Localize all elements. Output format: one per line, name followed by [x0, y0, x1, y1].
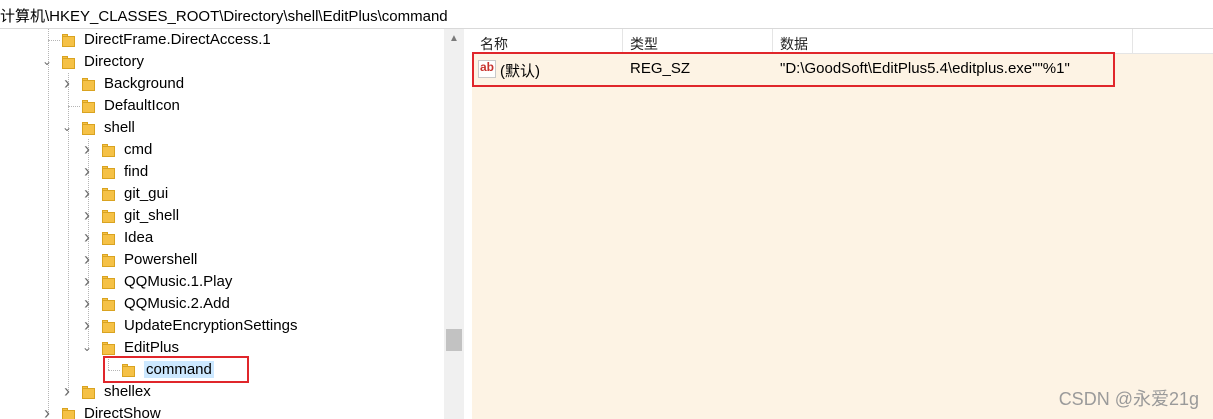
folder-icon — [102, 275, 115, 289]
tree-item-label: DirectFrame.DirectAccess.1 — [84, 31, 271, 48]
folder-icon — [82, 385, 95, 399]
folder-icon — [102, 253, 115, 267]
folder-icon — [102, 209, 115, 223]
tree-item-label: Directory — [84, 53, 145, 70]
chevron-down-icon[interactable]: ⌄ — [40, 54, 54, 68]
tree-item-label: git_shell — [124, 207, 180, 224]
column-divider[interactable] — [772, 29, 773, 53]
scrollbar-thumb[interactable] — [446, 329, 462, 351]
tree-item-background[interactable]: › Background — [0, 73, 444, 95]
tree-item-find[interactable]: › find — [0, 161, 444, 183]
tree-item-label: DirectShow — [84, 405, 161, 419]
tree-item-directframe-directaccess-1[interactable]: DirectFrame.DirectAccess.1 — [0, 29, 444, 51]
tree-item-shell[interactable]: ⌄ shell — [0, 117, 444, 139]
tree-item-label: EditPlus — [124, 339, 180, 356]
chevron-down-icon[interactable]: ⌄ — [80, 340, 94, 354]
address-bar[interactable]: 计算机\HKEY_CLASSES_ROOT\Directory\shell\Ed… — [0, 0, 1213, 29]
tree-item-cmd[interactable]: › cmd — [0, 139, 444, 161]
folder-icon — [82, 77, 95, 91]
tree-item-git-gui[interactable]: › git_gui — [0, 183, 444, 205]
folder-icon — [102, 231, 115, 245]
folder-icon — [62, 407, 75, 419]
registry-tree[interactable]: DirectFrame.DirectAccess.1 ⌄ Directory › Bac… — [0, 29, 444, 419]
chevron-right-icon[interactable]: › — [80, 294, 94, 312]
folder-icon — [102, 187, 115, 201]
tree-item-label: find — [124, 163, 149, 180]
tree-item-label: DefaultIcon — [104, 97, 180, 114]
tree-item-directshow[interactable]: › DirectShow — [0, 403, 444, 419]
folder-icon — [102, 341, 115, 355]
folder-icon — [82, 121, 95, 135]
tree-item-label: Idea — [124, 229, 154, 246]
tree-item-label: Powershell — [124, 251, 198, 268]
chevron-right-icon[interactable]: › — [80, 162, 94, 180]
list-header: 名称 类型 数据 — [472, 29, 1213, 54]
value-highlight-box — [472, 52, 1115, 87]
folder-icon — [102, 319, 115, 333]
chevron-right-icon[interactable]: › — [80, 250, 94, 268]
tree-item-qqmusic-1-play[interactable]: › QQMusic.1.Play — [0, 271, 444, 293]
column-name[interactable]: 名称 — [480, 34, 508, 54]
chevron-right-icon[interactable]: › — [60, 382, 74, 400]
tree-connector — [48, 40, 60, 41]
folder-icon — [62, 33, 75, 47]
tree-item-label: cmd — [124, 141, 153, 158]
column-data[interactable]: 数据 — [780, 34, 808, 54]
column-divider[interactable] — [622, 29, 623, 53]
folder-icon — [102, 165, 115, 179]
chevron-right-icon[interactable]: › — [80, 272, 94, 290]
address-path: 计算机\HKEY_CLASSES_ROOT\Directory\shell\Ed… — [0, 8, 448, 25]
chevron-right-icon[interactable]: › — [80, 316, 94, 334]
tree-item-label: shellex — [104, 383, 151, 400]
folder-icon — [82, 99, 95, 113]
tree-item-label: QQMusic.2.Add — [124, 295, 230, 312]
chevron-right-icon[interactable]: › — [80, 184, 94, 202]
tree-connector — [68, 106, 80, 107]
folder-icon — [102, 143, 115, 157]
selected-key-highlight-box — [103, 356, 249, 383]
tree-item-label: Background — [104, 75, 185, 92]
column-divider[interactable] — [1132, 29, 1133, 53]
tree-item-defaulticon[interactable]: DefaultIcon — [0, 95, 444, 117]
folder-icon — [62, 55, 75, 69]
chevron-right-icon[interactable]: › — [60, 74, 74, 92]
column-type[interactable]: 类型 — [630, 34, 658, 54]
chevron-right-icon[interactable]: › — [80, 140, 94, 158]
chevron-down-icon[interactable]: ⌄ — [60, 120, 74, 134]
tree-item-qqmusic-2-add[interactable]: › QQMusic.2.Add — [0, 293, 444, 315]
tree-item-label: shell — [104, 119, 135, 136]
tree-item-label: UpdateEncryptionSettings — [124, 317, 298, 334]
chevron-right-icon[interactable]: › — [40, 404, 54, 419]
tree-item-updateencryptionsettings[interactable]: › UpdateEncryptionSettings — [0, 315, 444, 337]
folder-icon — [102, 297, 115, 311]
chevron-right-icon[interactable]: › — [80, 228, 94, 246]
chevron-right-icon[interactable]: › — [80, 206, 94, 224]
tree-item-label: QQMusic.1.Play — [124, 273, 233, 290]
tree-scrollbar[interactable]: ▲ — [444, 29, 464, 419]
values-list[interactable]: 名称 类型 数据 ab (默认) REG_SZ "D:\GoodSoft\Edi… — [472, 29, 1213, 419]
tree-item-git-shell[interactable]: › git_shell — [0, 205, 444, 227]
watermark: CSDN @永爱21g — [1058, 389, 1199, 409]
tree-item-shellex[interactable]: › shellex — [0, 381, 444, 403]
tree-item-directory[interactable]: ⌄ Directory — [0, 51, 444, 73]
tree-item-powershell[interactable]: › Powershell — [0, 249, 444, 271]
tree-item-label: git_gui — [124, 185, 169, 202]
scroll-up-icon[interactable]: ▲ — [444, 29, 464, 49]
tree-item-idea[interactable]: › Idea — [0, 227, 444, 249]
